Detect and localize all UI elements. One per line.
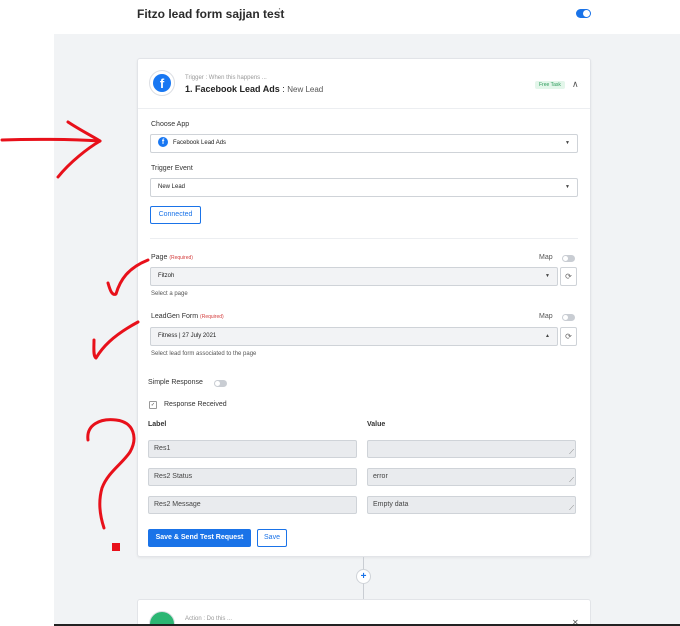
response-value-text: error [373, 473, 388, 480]
choose-app-label: Choose App [151, 121, 190, 128]
resize-grip-icon[interactable]: ⟋ [569, 449, 574, 457]
choose-app-select[interactable]: f Facebook Lead Ads ▼ [150, 134, 578, 153]
resize-grip-icon[interactable]: ⟋ [569, 477, 574, 485]
response-value-text: Empty data [373, 501, 409, 508]
trigger-event-label: Trigger Event [151, 165, 193, 172]
response-row-value: error ⟋ [367, 468, 576, 486]
section-divider [150, 238, 578, 239]
leadgen-field-label: LeadGen Form (Required) [151, 313, 224, 320]
save-button[interactable]: Save [257, 529, 287, 547]
action-subtitle: Action : Do this ... [185, 616, 233, 622]
trigger-event-name: New Lead [287, 85, 324, 94]
value-column-header: Value [367, 421, 386, 428]
page-refresh-icon[interactable]: ⟳ [560, 267, 577, 286]
page-value: Fitzoh [158, 273, 175, 279]
trigger-event-value: New Lead [158, 184, 186, 190]
response-received-checkbox[interactable]: ✓ [149, 401, 157, 409]
free-task-badge: Free Task [535, 81, 565, 89]
leadgen-map-toggle[interactable] [562, 314, 575, 321]
response-row-value: ⟋ [367, 440, 576, 458]
facebook-logo-icon: f [149, 70, 175, 96]
response-received-label: Response Received [164, 401, 227, 408]
leadgen-required-tag: (Required) [200, 314, 224, 320]
chevron-up-icon[interactable]: ∧ [572, 79, 579, 90]
action-card[interactable]: Action : Do this ... ✕ [137, 599, 591, 626]
connected-button[interactable]: Connected [150, 206, 201, 224]
page-help-text: Select a page [151, 291, 188, 297]
leadgen-refresh-icon[interactable]: ⟳ [560, 327, 577, 346]
facebook-icon: f [158, 137, 168, 148]
top-bar: Fitzo lead form sajjan test ⋮ [0, 0, 680, 34]
label-column-header: Label [148, 421, 167, 428]
leadgen-help-text: Select lead form associated to the page [151, 351, 257, 357]
trigger-card-header[interactable]: f Trigger : When this happens ... 1. Fac… [138, 59, 590, 109]
response-row-label: Res2 Status [148, 468, 357, 486]
app-page: Fitzo lead form sajjan test ⋮ f Trigger … [0, 0, 680, 626]
leadgen-value: Fitness | 27 July 2021 [158, 333, 217, 339]
page-map-toggle[interactable] [562, 255, 575, 262]
page-required-tag: (Required) [169, 255, 193, 261]
trigger-card: f Trigger : When this happens ... 1. Fac… [137, 58, 591, 557]
more-options-icon[interactable]: ⋮ [274, 6, 285, 19]
leadgen-label: LeadGen Form [151, 313, 199, 320]
workflow-title: Fitzo lead form sajjan test [137, 7, 285, 21]
page-select[interactable]: Fitzoh ▼ [150, 267, 558, 286]
leadgen-map-label: Map [539, 313, 553, 320]
simple-response-toggle[interactable] [214, 380, 227, 387]
trigger-subtitle: Trigger : When this happens ... [185, 75, 267, 81]
choose-app-value: Facebook Lead Ads [173, 140, 227, 146]
simple-response-label: Simple Response [148, 379, 203, 386]
leadgen-form-select[interactable]: Fitness | 27 July 2021 ▲ [150, 327, 558, 346]
add-step-plus-icon[interactable]: + [356, 569, 371, 584]
dropdown-arrow-icon: ▼ [565, 140, 570, 146]
save-send-test-button[interactable]: Save & Send Test Request [148, 529, 251, 547]
page-map-label: Map [539, 254, 553, 261]
trigger-app-name: 1. Facebook Lead Ads [185, 84, 280, 94]
response-row-value: Empty data ⟋ [367, 496, 576, 514]
resize-grip-icon[interactable]: ⟋ [569, 505, 574, 513]
workflow-active-toggle[interactable] [576, 9, 591, 18]
page-label: Page [151, 254, 168, 261]
response-row-label: Res2 Message [148, 496, 357, 514]
trigger-event-select[interactable]: New Lead ▼ [150, 178, 578, 197]
dropdown-arrow-icon: ▼ [545, 273, 550, 279]
page-field-label: Page (Required) [151, 254, 193, 261]
dropdown-arrow-up-icon: ▲ [545, 333, 550, 339]
response-row-label: Res1 [148, 440, 357, 458]
dropdown-arrow-icon: ▼ [565, 184, 570, 190]
trigger-title: 1. Facebook Lead Ads : New Lead [185, 84, 324, 94]
